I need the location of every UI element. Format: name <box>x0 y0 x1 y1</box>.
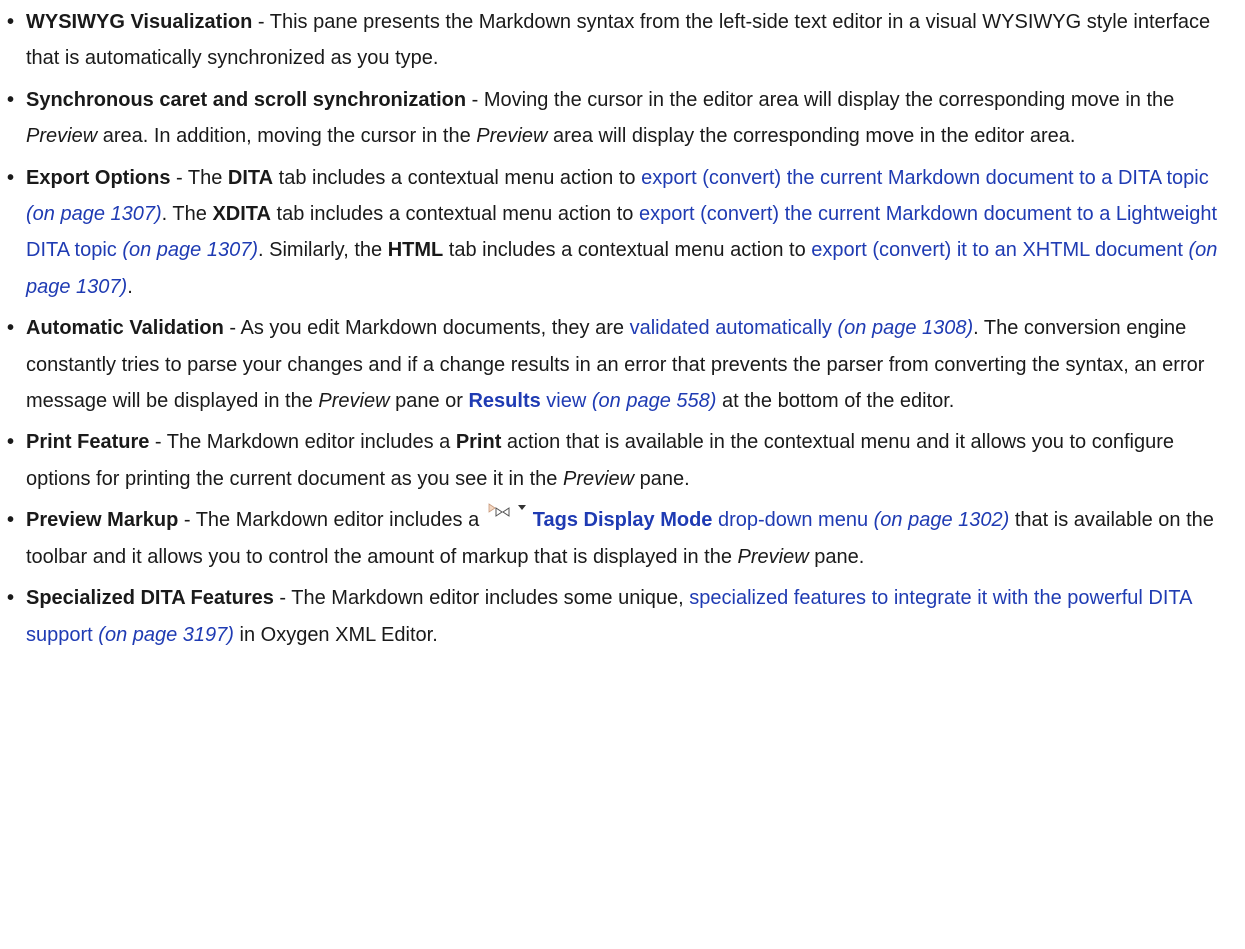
feature-text: - The Markdown editor includes some uniq… <box>273 587 690 610</box>
feature-term: WYSIWYG Visualization <box>26 11 253 33</box>
feature-term: Export Options <box>26 166 171 189</box>
feature-term: Specialized DITA Features <box>26 587 274 610</box>
list-item-specialized-dita: • Specialized DITA Features - The Markdo… <box>6 580 1235 653</box>
feature-text: tab includes a contextual menu action to <box>273 166 642 189</box>
preview-emphasis: Preview <box>737 545 809 568</box>
list-item-export-options: • Export Options - The DITA tab includes… <box>6 160 1235 306</box>
bullet: • <box>7 317 15 340</box>
feature-text: - The Markdown editor includes a <box>149 431 456 454</box>
feature-term: Automatic Validation <box>26 317 224 340</box>
results-view-link[interactable]: Results view (on page 558) <box>468 390 716 412</box>
xdita-tab-label: XDITA <box>212 203 271 226</box>
page-reference: (on page 558) <box>591 390 717 413</box>
list-item-print-feature: • Print Feature - The Markdown editor in… <box>6 424 1235 497</box>
feature-text: - Moving the cursor in the editor area w… <box>466 88 1175 111</box>
link-text: drop-down menu <box>712 509 869 532</box>
print-action-label: Print <box>455 431 502 454</box>
page-reference: (on page 1302) <box>873 509 1010 532</box>
bullet: • <box>7 11 15 33</box>
link-text: validated automatically <box>629 317 832 340</box>
document-page: • WYSIWYG Visualization - This pane pres… <box>0 0 1245 949</box>
feature-text: in Oxygen XML Editor. <box>233 623 438 646</box>
link-text: export (convert) the current Markdown do… <box>641 166 1209 189</box>
bullet: • <box>7 431 15 454</box>
feature-text: pane or <box>389 390 469 413</box>
validated-automatically-link[interactable]: validated automatically (on page 1308) <box>630 317 974 339</box>
tags-display-mode-uicontrol: Tags Display Mode <box>532 509 713 532</box>
list-item-automatic-validation: • Automatic Validation - As you edit Mar… <box>6 310 1235 419</box>
dita-tab-label: DITA <box>227 166 274 189</box>
page-reference: (on page 1308) <box>837 317 974 340</box>
feature-text: pane. <box>808 545 865 568</box>
feature-text: - As you edit Markdown documents, they a… <box>223 317 630 340</box>
bullet: • <box>7 587 15 610</box>
feature-text: tab includes a contextual menu action to <box>270 203 639 226</box>
html-tab-label: HTML <box>387 239 444 262</box>
feature-term: Synchronous caret and scroll synchroniza… <box>26 88 467 111</box>
feature-text: area. In addition, moving the cursor in … <box>97 125 477 148</box>
list-item-caret-sync: • Synchronous caret and scroll synchroni… <box>6 82 1235 155</box>
bullet: • <box>7 166 15 189</box>
list-item-wysiwyg: • WYSIWYG Visualization - This pane pres… <box>6 4 1235 77</box>
feature-text: . The <box>161 203 213 226</box>
feature-text: area will display the corresponding move… <box>547 125 1076 148</box>
link-text: view <box>540 390 587 413</box>
feature-text: - The Markdown editor includes a <box>178 509 485 532</box>
page-reference: (on page 1307) <box>26 203 162 226</box>
feature-term: Preview Markup <box>26 509 179 532</box>
preview-emphasis: Preview <box>476 125 548 148</box>
link-text: export (convert) it to an XHTML document <box>811 239 1183 262</box>
preview-emphasis: Preview <box>318 390 390 413</box>
results-uicontrol: Results <box>468 390 541 413</box>
feature-text: - The <box>170 166 228 189</box>
page-reference: (on page 3197) <box>98 623 234 646</box>
feature-text: pane. <box>634 467 690 490</box>
feature-text: . Similarly, the <box>258 239 388 262</box>
feature-text: at the bottom of the editor. <box>716 390 955 413</box>
list-item-preview-markup: • Preview Markup - The Markdown editor i… <box>6 502 1235 575</box>
bullet: • <box>7 509 15 532</box>
page-reference: (on page 1307) <box>122 239 259 262</box>
preview-emphasis: Preview <box>562 467 635 490</box>
bullet: • <box>7 88 15 111</box>
tags-display-mode-icon <box>487 502 529 520</box>
tags-display-mode-link[interactable]: Tags Display Mode drop-down menu (on pag… <box>533 509 1010 531</box>
feature-term: Print Feature <box>26 431 150 454</box>
feature-list: • WYSIWYG Visualization - This pane pres… <box>6 4 1235 653</box>
feature-text: . <box>127 275 133 298</box>
preview-emphasis: Preview <box>26 125 98 148</box>
feature-text: tab includes a contextual menu action to <box>443 239 812 262</box>
